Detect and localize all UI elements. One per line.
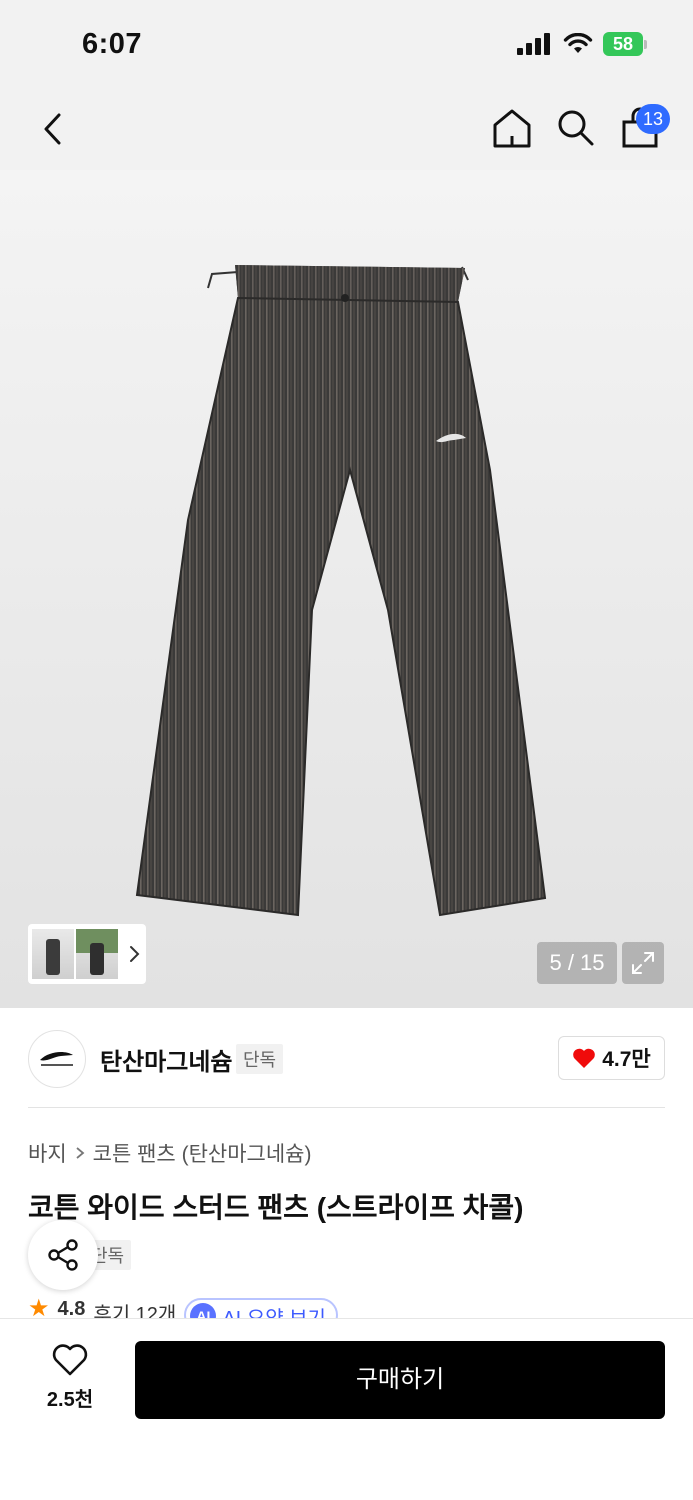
share-icon [48,1239,78,1271]
divider [28,1107,665,1108]
product-title: 코튼 와이드 스터드 팬츠 (스트라이프 차콜) [28,1192,524,1223]
home-icon [493,109,531,148]
wishlist-button[interactable]: 2.5천 [30,1343,110,1423]
battery-indicator: 58 [603,32,647,56]
rating-row: ★ 4.8 후기 12개 AI AI 요약 보기 [28,1298,338,1320]
signal-icon [517,33,550,55]
breadcrumb-category[interactable]: 바지 [28,1138,67,1168]
rating-value: 4.8 [57,1298,86,1320]
back-button[interactable] [30,104,74,154]
thumbnail-strip[interactable] [28,924,146,984]
search-icon [558,110,594,146]
expand-icon [632,952,654,974]
heart-outline-icon [52,1344,88,1376]
wifi-icon [563,33,593,53]
brand-row: 탄산마그네슘 단독 4.7만 [0,1008,693,1108]
status-bar: 6:07 58 [0,0,693,92]
cart-badge: 13 [636,104,670,134]
brand-name[interactable]: 탄산마그네슘 [100,1042,232,1077]
chevron-right-icon [76,1147,85,1159]
home-button[interactable] [490,106,534,154]
thumbnail-2[interactable] [76,929,118,979]
brand-like-button[interactable]: 4.7만 [558,1036,665,1080]
search-button[interactable] [554,106,598,154]
thumbnail-1[interactable] [32,929,74,979]
brand-logo[interactable] [28,1030,86,1088]
brand-logo-icon [40,1052,73,1066]
bottom-action-bar: 2.5천 구매하기 [0,1318,693,1500]
image-page-counter: 5 / 15 [537,942,617,984]
exclusive-tag: 단독 [236,1044,284,1074]
chevron-right-icon [130,946,140,962]
battery-level: 58 [603,32,643,56]
breadcrumb-subcategory[interactable]: 코튼 팬츠 (탄산마그네슘) [93,1138,312,1168]
ai-summary-button[interactable]: AI AI 요약 보기 [184,1298,338,1320]
expand-image-button[interactable] [622,942,664,984]
share-button[interactable] [28,1220,98,1290]
star-icon: ★ [28,1298,50,1320]
wishlist-count: 2.5천 [46,1389,94,1411]
review-count[interactable]: 후기 12개 [93,1298,176,1320]
status-time: 6:07 [82,28,143,60]
nav-bar [0,92,693,170]
chevron-left-icon [44,113,61,145]
buy-button[interactable]: 구매하기 [135,1341,665,1419]
battery-tip [644,39,647,49]
heart-filled-icon [573,1048,596,1068]
breadcrumb: 바지 코튼 팬츠 (탄산마그네슘) [28,1138,312,1168]
product-image [135,265,547,917]
brand-like-count: 4.7만 [602,1048,651,1071]
product-gallery[interactable]: 5 / 15 [0,170,693,1008]
status-icons: 58 [517,32,647,56]
